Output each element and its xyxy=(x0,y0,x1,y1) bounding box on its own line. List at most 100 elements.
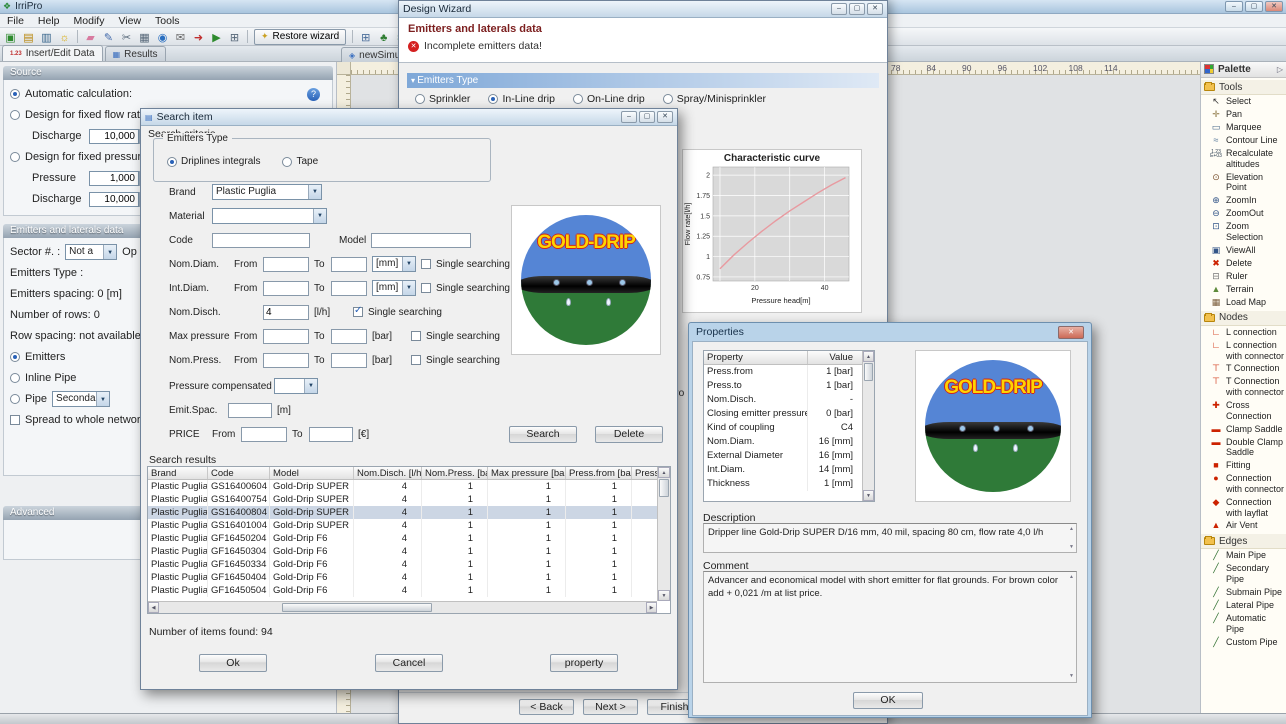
palette-group-nodes[interactable]: Nodes xyxy=(1201,311,1286,326)
scroll-up-icon[interactable] xyxy=(1069,574,1074,581)
radio-icon[interactable] xyxy=(488,94,498,104)
to-input[interactable] xyxy=(331,281,367,296)
properties-table-header[interactable]: PropertyValue xyxy=(704,351,874,365)
from-input[interactable] xyxy=(263,281,309,296)
source-section-header[interactable]: Source xyxy=(3,66,333,80)
pressure-compensated-select[interactable] xyxy=(274,378,318,394)
brand-select[interactable]: Plastic Puglia xyxy=(212,184,322,200)
run-icon[interactable]: ▶ xyxy=(208,29,225,45)
properties-table[interactable]: PropertyValuePress.from1 [bar]Press.to1 … xyxy=(703,350,875,502)
palette-item-l-connection-with-connector[interactable]: ∟L connection with connector xyxy=(1201,339,1286,363)
column-header[interactable]: Nom.Press. [bar] xyxy=(422,467,488,479)
wizard-radio-on-line-drip[interactable]: On-Line drip xyxy=(573,93,645,105)
column-header[interactable]: Press.from [bar] xyxy=(566,467,632,479)
table-row[interactable]: Nom.Disch.- xyxy=(704,393,874,407)
new-project-icon[interactable]: ▣ xyxy=(2,29,19,45)
table-row[interactable]: Plastic PugliaGF16450304Gold-Drip F64111 xyxy=(148,545,670,558)
column-header[interactable]: Nom.Disch. [l/h] xyxy=(354,467,422,479)
inline-pipe-radio[interactable] xyxy=(10,373,20,383)
tab-insert-edit-data[interactable]: 1.23Insert/Edit Data xyxy=(2,45,103,61)
single-searching-checkbox[interactable] xyxy=(421,283,431,293)
palette-item-clamp-saddle[interactable]: ▬Clamp Saddle xyxy=(1201,423,1286,436)
close-icon[interactable]: ✕ xyxy=(867,3,883,15)
wizard-titlebar[interactable]: Design Wizard – ▢ ✕ xyxy=(399,1,887,18)
emitters-type-section-bar[interactable]: Emitters Type xyxy=(407,73,879,88)
scroll-down-icon[interactable] xyxy=(863,490,874,501)
table-row[interactable]: Press.from1 [bar] xyxy=(704,365,874,379)
ok-button[interactable]: Ok xyxy=(199,654,267,672)
table-row[interactable]: Thickness1 [mm] xyxy=(704,477,874,491)
tree-icon[interactable]: ♣ xyxy=(375,29,392,45)
value-input[interactable] xyxy=(263,305,309,320)
driplines-integrals-radio[interactable] xyxy=(167,157,177,167)
palette-item-viewall[interactable]: ▣ViewAll xyxy=(1201,244,1286,257)
single-searching-checkbox[interactable] xyxy=(411,355,421,365)
table-row[interactable]: External Diameter16 [mm] xyxy=(704,449,874,463)
vertical-scrollbar[interactable] xyxy=(657,467,670,601)
palette-item-recalculate-altitudes[interactable]: 1.23 E+03Recalculate altitudes xyxy=(1201,147,1286,171)
table-row[interactable]: Plastic PugliaGF16450504Gold-Drip F64111 xyxy=(148,584,670,597)
palette-item-lateral-pipe[interactable]: ╱Lateral Pipe xyxy=(1201,599,1286,612)
help-icon[interactable]: ? xyxy=(307,88,320,101)
table-row[interactable]: Press.to1 [bar] xyxy=(704,379,874,393)
palette-item-cross-connection[interactable]: ✚Cross Connection xyxy=(1201,399,1286,423)
table-row[interactable]: Kind of couplingC4 xyxy=(704,421,874,435)
edit-icon[interactable]: ✎ xyxy=(100,29,117,45)
column-header[interactable]: Value xyxy=(808,351,856,364)
column-header[interactable]: Model xyxy=(270,467,354,479)
emit-spac-input[interactable] xyxy=(228,403,272,418)
palette-item-automatic-pipe[interactable]: ╱Automatic Pipe xyxy=(1201,612,1286,636)
palette-item-load-map[interactable]: ▦Load Map xyxy=(1201,296,1286,309)
emitters-radio[interactable] xyxy=(10,352,20,362)
eraser-icon[interactable]: ▰ xyxy=(82,29,99,45)
results-table[interactable]: BrandCodeModelNom.Disch. [l/h]Nom.Press.… xyxy=(147,466,671,614)
automatic-calculation-radio[interactable] xyxy=(10,89,20,99)
maximize-button[interactable]: ▢ xyxy=(849,3,865,15)
radio-icon[interactable] xyxy=(663,94,673,104)
scrollbar-thumb[interactable] xyxy=(282,603,432,612)
maximize-button[interactable] xyxy=(1245,1,1263,12)
palette-item-t-connection[interactable]: ⊤T Connection xyxy=(1201,362,1286,375)
print-icon[interactable]: ▦ xyxy=(136,29,153,45)
scroll-down-icon[interactable] xyxy=(658,590,670,601)
palette-item-l-connection[interactable]: ∟L connection xyxy=(1201,326,1286,339)
tape-radio[interactable] xyxy=(282,157,292,167)
table-row[interactable]: Plastic PugliaGF16450204Gold-Drip F64111 xyxy=(148,532,670,545)
grid-icon[interactable]: ⊞ xyxy=(226,29,243,45)
palette-item-contour-line[interactable]: ≈Contour Line xyxy=(1201,134,1286,147)
palette-item-pan[interactable]: ✛Pan xyxy=(1201,108,1286,121)
price-to-input[interactable] xyxy=(309,427,353,442)
scroll-left-icon[interactable] xyxy=(148,602,159,613)
description-field[interactable]: Dripper line Gold-Drip SUPER D/16 mm, 40… xyxy=(703,523,1077,553)
close-icon[interactable]: ✕ xyxy=(657,111,673,123)
column-header[interactable]: Press.to [ba xyxy=(632,467,659,479)
scroll-up-icon[interactable] xyxy=(863,351,874,362)
unit-select[interactable]: [mm] xyxy=(372,256,416,272)
palette-item-delete[interactable]: ✖Delete xyxy=(1201,257,1286,270)
minimize-button[interactable] xyxy=(1225,1,1243,12)
scroll-down-icon[interactable] xyxy=(1069,544,1074,550)
close-icon[interactable] xyxy=(1058,326,1084,339)
delete-button[interactable]: Delete xyxy=(595,426,663,443)
palette-item-zoomout[interactable]: ⊖ZoomOut xyxy=(1201,207,1286,220)
menu-help[interactable]: Help xyxy=(31,15,67,27)
fixed-pressure-radio[interactable] xyxy=(10,152,20,162)
pipe-type-select[interactable]: Secondary xyxy=(52,391,110,407)
cancel-button[interactable]: Cancel xyxy=(375,654,443,672)
table-row[interactable]: Plastic PugliaGF16450334Gold-Drip F64111 xyxy=(148,558,670,571)
to-input[interactable] xyxy=(331,329,367,344)
palette-header[interactable]: Palette xyxy=(1201,61,1286,78)
palette-item-connection-with-connector[interactable]: ●Connection with connector xyxy=(1201,472,1286,496)
wizard-radio-spray-minisprinkler[interactable]: Spray/Minisprinkler xyxy=(663,93,766,105)
menu-file[interactable]: File xyxy=(0,15,31,27)
property-button[interactable]: property xyxy=(550,654,618,672)
fixed-flow-radio[interactable] xyxy=(10,110,20,120)
wizard-radio-in-line-drip[interactable]: In-Line drip xyxy=(488,93,555,105)
to-input[interactable] xyxy=(331,257,367,272)
back-button[interactable]: < Back xyxy=(519,699,574,715)
minimize-button[interactable]: – xyxy=(831,3,847,15)
cut-icon[interactable]: ✂ xyxy=(118,29,135,45)
palette-item-ruler[interactable]: ⊟Ruler xyxy=(1201,270,1286,283)
palette-group-edges[interactable]: Edges xyxy=(1201,534,1286,549)
tab-results[interactable]: ▦Results xyxy=(105,46,166,61)
